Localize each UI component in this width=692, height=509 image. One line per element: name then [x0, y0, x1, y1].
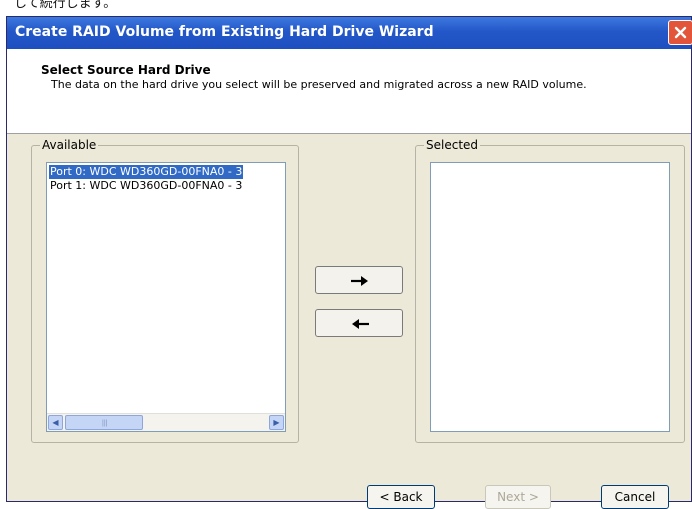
add-drive-button[interactable] [315, 266, 403, 294]
chevron-right-icon: ▶ [273, 418, 280, 427]
close-button[interactable] [668, 20, 692, 45]
selected-group: Selected [415, 138, 685, 443]
document-caption: して続行します。 [14, 0, 117, 10]
close-icon [674, 26, 687, 39]
grip-icon: ||| [102, 420, 108, 427]
header-panel: Select Source Hard Drive The data on the… [7, 49, 691, 134]
remove-drive-button[interactable] [315, 309, 403, 337]
step-description: The data on the hard drive you select wi… [51, 78, 587, 91]
list-item[interactable]: Port 0: WDC WD360GD-00FNA0 - 3 [49, 165, 244, 179]
title-bar[interactable]: Create RAID Volume from Existing Hard Dr… [7, 17, 692, 49]
scrollbar-thumb[interactable]: ||| [65, 415, 143, 430]
list-item[interactable]: Port 1: WDC WD360GD-00FNA0 - 3 [49, 179, 243, 193]
back-button[interactable]: < Back [367, 485, 435, 509]
scroll-left-button[interactable]: ◀ [48, 415, 63, 430]
next-button[interactable]: Next > [485, 485, 551, 509]
cancel-button[interactable]: Cancel [601, 485, 669, 509]
chevron-left-icon: ◀ [52, 418, 59, 427]
step-title: Select Source Hard Drive [41, 63, 211, 77]
window-title: Create RAID Volume from Existing Hard Dr… [15, 24, 434, 40]
wizard-window: Create RAID Volume from Existing Hard Dr… [6, 16, 692, 509]
arrow-right-icon [351, 276, 368, 286]
available-list[interactable]: Port 0: WDC WD360GD-00FNA0 - 3 Port 1: W… [46, 162, 286, 432]
selected-label: Selected [424, 138, 481, 152]
available-label: Available [40, 138, 99, 152]
available-group: Available Port 0: WDC WD360GD-00FNA0 - 3… [31, 138, 299, 443]
selected-list[interactable] [430, 162, 670, 432]
horizontal-scrollbar[interactable]: ◀ ||| ▶ [47, 413, 285, 431]
arrow-left-icon [352, 319, 369, 329]
scroll-right-button[interactable]: ▶ [269, 415, 284, 430]
